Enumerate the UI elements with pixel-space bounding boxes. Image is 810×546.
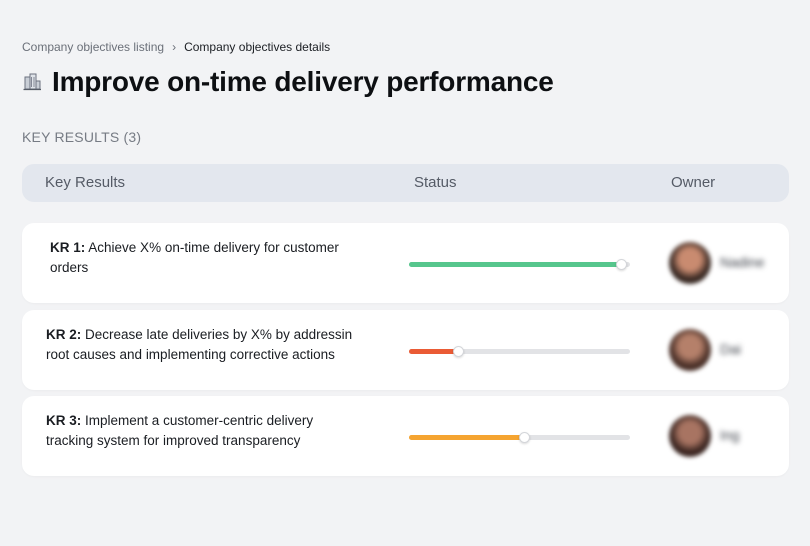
column-header-key-results[interactable]: Key Results <box>45 174 125 191</box>
table-header: Key Results Status Owner <box>22 164 789 202</box>
key-result-label: KR 2: <box>46 327 82 342</box>
progress-fill <box>409 262 622 267</box>
avatar <box>669 415 711 457</box>
key-result-description: Implement a customer-centric delivery tr… <box>46 413 314 448</box>
office-building-icon <box>23 73 41 91</box>
status-progress-bar[interactable] <box>409 432 630 443</box>
owner-name: Nadine <box>720 254 765 270</box>
breadcrumb: Company objectives listing › Company obj… <box>22 40 330 54</box>
table-row[interactable]: KR 2: Decrease late deliveries by X% by … <box>22 310 789 390</box>
breadcrumb-current: Company objectives details <box>184 40 331 54</box>
key-result-text: KR 1: Achieve X% on-time delivery for cu… <box>50 238 366 278</box>
progress-fill <box>409 349 458 354</box>
key-result-text: KR 3: Implement a customer-centric deliv… <box>46 411 362 451</box>
status-progress-bar[interactable] <box>409 259 630 270</box>
page-title: Improve on-time delivery performance <box>52 66 554 97</box>
avatar <box>669 242 711 284</box>
key-results-count-label: KEY RESULTS (3) <box>22 129 142 145</box>
progress-handle[interactable] <box>518 432 530 443</box>
status-progress-bar[interactable] <box>409 346 630 357</box>
progress-fill <box>409 435 524 440</box>
owner-name: Ing <box>720 427 740 443</box>
table-row[interactable]: KR 3: Implement a customer-centric deliv… <box>22 396 789 476</box>
breadcrumb-separator-icon: › <box>172 40 177 54</box>
column-header-status[interactable]: Status <box>414 174 457 191</box>
table-row[interactable]: KR 1: Achieve X% on-time delivery for cu… <box>22 223 789 303</box>
key-result-label: KR 1: <box>50 240 86 255</box>
avatar <box>669 329 711 371</box>
progress-handle[interactable] <box>616 259 628 270</box>
owner-name: Dai <box>720 341 742 357</box>
column-header-owner[interactable]: Owner <box>671 174 715 191</box>
key-result-label: KR 3: <box>46 413 82 428</box>
key-result-text: KR 2: Decrease late deliveries by X% by … <box>46 325 362 365</box>
key-result-description: Decrease late deliveries by X% by addres… <box>46 327 353 362</box>
page-header: Improve on-time delivery performance <box>22 66 554 98</box>
breadcrumb-parent-link[interactable]: Company objectives listing <box>22 40 164 54</box>
key-result-description: Achieve X% on-time delivery for customer… <box>50 240 339 275</box>
progress-handle[interactable] <box>452 346 464 357</box>
